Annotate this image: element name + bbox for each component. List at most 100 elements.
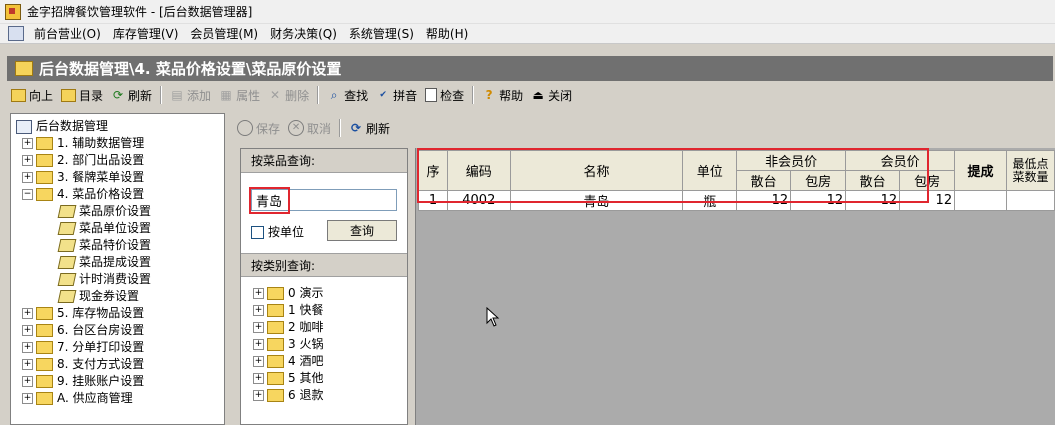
cancel-button[interactable]: ✕ 取消 (284, 117, 335, 139)
price-icon (57, 273, 77, 286)
query-button[interactable]: 查询 (327, 220, 397, 241)
catalog-button[interactable]: 目录 (57, 84, 107, 106)
category-item[interactable]: +3 火锅 (253, 336, 323, 353)
expand-icon[interactable]: + (253, 339, 264, 350)
toolbar-separator (317, 86, 320, 104)
tree-item-unit[interactable]: 菜品单位设置 (57, 220, 151, 237)
price-icon (57, 222, 77, 235)
expand-icon[interactable]: + (22, 393, 33, 404)
close-button[interactable]: ⏏ 关闭 (527, 84, 576, 106)
category-item[interactable]: +5 其他 (253, 370, 323, 387)
expand-icon[interactable]: + (253, 305, 264, 316)
open-folder-icon (36, 188, 53, 201)
folder-icon (36, 307, 53, 320)
folder-icon (267, 372, 284, 385)
expand-icon[interactable]: + (253, 288, 264, 299)
search-highlight (249, 187, 290, 214)
expand-icon[interactable]: + (22, 342, 33, 353)
tree-item-voucher[interactable]: 现金券设置 (57, 288, 139, 305)
add-icon: ▤ (171, 88, 183, 102)
app-icon (5, 3, 21, 20)
expand-icon[interactable]: + (253, 322, 264, 333)
by-unit-checkbox[interactable]: 按单位 (251, 223, 304, 240)
tree-item-inventory[interactable]: +5. 库存物品设置 (22, 305, 144, 322)
add-button[interactable]: ▤ 添加 (166, 84, 215, 106)
window-title: 金字招牌餐饮管理软件 - [后台数据管理器] (27, 5, 253, 19)
expand-icon[interactable]: + (22, 376, 33, 387)
database-icon (16, 119, 32, 134)
expand-icon[interactable]: + (253, 373, 264, 384)
dish-query-header: 按菜品查询: (241, 149, 407, 173)
breadcrumb: 后台数据管理\4. 菜品价格设置\菜品原价设置 (7, 56, 1053, 81)
tree-item-original-price[interactable]: 菜品原价设置 (57, 203, 151, 220)
find-icon: ⌕ (330, 88, 338, 102)
tree-item-print[interactable]: +7. 分单打印设置 (22, 339, 144, 356)
folder-icon (267, 304, 284, 317)
delete-button[interactable]: ✕ 删除 (264, 84, 313, 106)
price-icon (57, 256, 77, 269)
refresh-button[interactable]: ⟳ 刷新 (107, 84, 156, 106)
folder-icon (267, 355, 284, 368)
pinyin-button[interactable]: ✔ 拼音 (372, 84, 421, 106)
folder-icon (36, 154, 53, 167)
col-header-commission[interactable]: 提成 (954, 150, 1007, 191)
folder-icon (267, 287, 284, 300)
help-button[interactable]: ? 帮助 (478, 84, 527, 106)
menu-bar: 前台营业(O) 库存管理(V) 会员管理(M) 财务决策(Q) 系统管理(S) … (0, 24, 1055, 44)
system-menu-icon[interactable] (8, 26, 24, 41)
check-button[interactable]: 检查 (421, 84, 468, 106)
up-folder-icon (11, 88, 26, 102)
folder-icon (36, 375, 53, 388)
tree-item-aux-data[interactable]: +1. 辅助数据管理 (22, 135, 144, 152)
tree-item-supplier[interactable]: + A. 供应商管理 (22, 390, 133, 407)
folder-icon (36, 324, 53, 337)
tree-item-dept[interactable]: +2. 部门出品设置 (22, 152, 144, 169)
collapse-icon[interactable]: − (22, 189, 33, 200)
tree-item-menu[interactable]: +3. 餐牌菜单设置 (22, 169, 144, 186)
catalog-icon (61, 88, 77, 102)
expand-icon[interactable]: + (22, 155, 33, 166)
menu-finance[interactable]: 财务决策(Q) (264, 25, 343, 42)
checkbox-box[interactable] (251, 226, 264, 239)
cell-commission[interactable] (954, 190, 1007, 211)
exit-icon: ⏏ (532, 88, 544, 102)
tree-root[interactable]: 后台数据管理 (16, 118, 108, 135)
mouse-cursor-icon (486, 307, 500, 327)
expand-icon[interactable]: + (22, 359, 33, 370)
expand-icon[interactable]: + (22, 138, 33, 149)
col-header-min-qty[interactable]: 最低点菜数量 (1005, 150, 1055, 191)
category-query-header: 按类别查询: (241, 253, 407, 277)
tree-item-tables[interactable]: +6. 台区台房设置 (22, 322, 144, 339)
menu-system[interactable]: 系统管理(S) (343, 25, 420, 42)
find-button[interactable]: ⌕ 查找 (323, 84, 372, 106)
cell-min-qty[interactable] (1005, 190, 1055, 211)
category-item[interactable]: +0 演示 (253, 285, 323, 302)
expand-icon[interactable]: + (22, 172, 33, 183)
tree-item-commission[interactable]: 菜品提成设置 (57, 254, 151, 271)
menu-member[interactable]: 会员管理(M) (184, 25, 264, 42)
properties-icon: ▦ (220, 88, 232, 102)
save-button[interactable]: 保存 (233, 117, 284, 139)
expand-icon[interactable]: + (22, 325, 33, 336)
spellcheck-icon: ✔ (379, 90, 387, 100)
tree-item-credit[interactable]: +9. 挂账账户设置 (22, 373, 144, 390)
category-item[interactable]: +2 咖啡 (253, 319, 323, 336)
category-item[interactable]: +1 快餐 (253, 302, 323, 319)
tree-item-timed[interactable]: 计时消费设置 (57, 271, 151, 288)
menu-help[interactable]: 帮助(H) (420, 25, 474, 42)
tree-item-price[interactable]: −4. 菜品价格设置 (22, 186, 144, 203)
category-item[interactable]: +6 退款 (253, 387, 323, 404)
tree-item-payment[interactable]: +8. 支付方式设置 (22, 356, 144, 373)
properties-button[interactable]: ▦ 属性 (215, 84, 264, 106)
up-button[interactable]: 向上 (7, 84, 57, 106)
tree-item-special[interactable]: 菜品特价设置 (57, 237, 151, 254)
refresh-button[interactable]: ⟳ 刷新 (345, 117, 394, 139)
expand-icon[interactable]: + (253, 390, 264, 401)
navigation-tree: 后台数据管理 +1. 辅助数据管理 +2. 部门出品设置 +3. 餐牌菜单设置 … (10, 113, 225, 425)
expand-icon[interactable]: + (22, 308, 33, 319)
category-item[interactable]: +4 酒吧 (253, 353, 323, 370)
menu-inventory[interactable]: 库存管理(V) (107, 25, 185, 42)
menu-front-desk[interactable]: 前台营业(O) (28, 25, 107, 42)
price-icon (57, 205, 77, 218)
expand-icon[interactable]: + (253, 356, 264, 367)
